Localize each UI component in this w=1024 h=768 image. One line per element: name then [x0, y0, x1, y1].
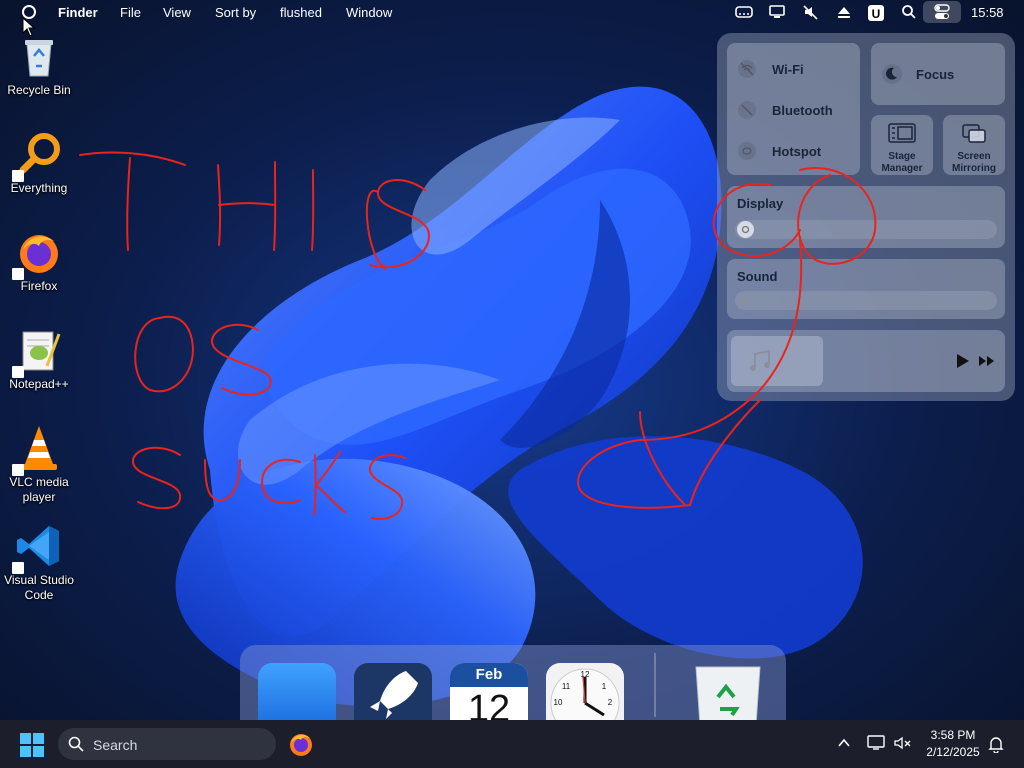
search-placeholder: Search	[93, 737, 138, 753]
svg-text:2: 2	[608, 698, 613, 707]
stage-manager-label: Stage Manager	[881, 151, 923, 174]
svg-text:1: 1	[602, 682, 607, 691]
bluetooth-label[interactable]: Bluetooth	[772, 103, 833, 118]
menu-flushed[interactable]: flushed	[280, 5, 322, 20]
u-icon[interactable]: U	[867, 4, 885, 21]
taskbar-firefox-icon[interactable]	[288, 731, 314, 762]
taskbar: Search 3:58 PM 2/12/2025	[0, 720, 1024, 768]
notification-bell-icon[interactable]	[988, 735, 1004, 758]
clock-icon[interactable]: 12 11 10 1 2	[546, 663, 624, 725]
wifi-label[interactable]: Wi-Fi	[772, 62, 804, 77]
launchpad-icon[interactable]	[354, 663, 432, 725]
desktop-icon-vscode[interactable]: Visual Studio Code	[0, 522, 78, 603]
shortcut-arrow-icon	[12, 366, 24, 378]
music-note-icon	[750, 349, 770, 371]
firefox-icon	[12, 228, 63, 280]
desktop-icon-label: Everything	[10, 181, 68, 195]
desktop-icon-vlc[interactable]: VLC media player	[0, 424, 78, 505]
svg-text:10: 10	[554, 698, 563, 707]
search-icon	[68, 736, 84, 757]
hotspot-icon[interactable]	[737, 141, 757, 166]
monitor-icon[interactable]	[768, 4, 786, 21]
menu-clock[interactable]: 15:58	[971, 5, 1004, 20]
sound-tile: Sound	[727, 259, 1005, 319]
taskbar-search-box[interactable]: Search	[58, 728, 276, 760]
display-tile: Display	[727, 186, 1005, 248]
menu-file[interactable]: File	[120, 5, 141, 20]
focus-tile[interactable]: Focus	[871, 43, 1005, 105]
svg-text:U: U	[872, 7, 881, 21]
desktop-icon-recycle-bin[interactable]: Recycle Bin	[0, 32, 78, 98]
play-icon[interactable]	[955, 352, 971, 375]
desktop-icon-firefox[interactable]: Firefox	[0, 228, 78, 294]
screen-mirroring-tile[interactable]: Screen Mirroring	[943, 115, 1005, 175]
menu-sort-by[interactable]: Sort by	[215, 5, 256, 20]
screen-mirroring-icon	[962, 124, 986, 149]
bluetooth-icon[interactable]	[737, 100, 757, 125]
now-playing-tile	[727, 330, 1005, 392]
screen-mirroring-label: Screen Mirroring	[952, 151, 996, 174]
display-slider-knob[interactable]	[737, 221, 754, 238]
desktop-icon-label: Visual Studio Code	[4, 573, 74, 602]
windows-start-icon[interactable]	[20, 733, 44, 762]
svg-text:11: 11	[562, 682, 571, 691]
sound-slider[interactable]	[735, 291, 997, 310]
speaker-icon	[739, 295, 751, 313]
vlc-icon	[12, 424, 63, 476]
taskbar-date[interactable]: 2/12/2025	[921, 745, 985, 759]
desktop-icon-label: Notepad++	[9, 377, 69, 391]
control-center-icon[interactable]	[923, 1, 961, 23]
search-icon[interactable]	[901, 4, 919, 21]
drive-icon[interactable]	[735, 4, 753, 21]
desktop-icon-everything[interactable]: Everything	[0, 130, 78, 196]
menu-bar: Finder File View Sort by flushed Window …	[0, 0, 1024, 25]
music-artwork	[731, 336, 823, 386]
control-center-panel: Wi-Fi Bluetooth Hotspot Focus Stage Mana…	[717, 33, 1015, 401]
desktop-icon-label: Recycle Bin	[7, 83, 71, 97]
display-slider[interactable]	[735, 220, 997, 239]
calendar-icon[interactable]: Feb 12	[450, 663, 528, 725]
taskbar-time[interactable]: 3:58 PM	[921, 728, 985, 742]
focus-label: Focus	[916, 67, 955, 82]
recycle-bin-icon	[15, 32, 63, 80]
connectivity-tile: Wi-Fi Bluetooth Hotspot	[727, 43, 860, 175]
display-label: Display	[737, 196, 784, 211]
everything-icon	[12, 130, 63, 182]
desktop-icon-notepadpp[interactable]: Notepad++	[0, 326, 78, 392]
mouse-cursor	[22, 17, 36, 37]
mute-icon[interactable]	[802, 4, 820, 21]
network-icon[interactable]	[867, 734, 887, 757]
shortcut-arrow-icon	[12, 268, 24, 280]
desktop-icon-label: Firefox	[20, 279, 58, 293]
stage-manager-icon	[888, 123, 916, 148]
menu-window[interactable]: Window	[346, 5, 392, 20]
wifi-icon[interactable]	[737, 59, 757, 84]
shortcut-arrow-icon	[12, 170, 24, 182]
trash-icon[interactable]	[692, 663, 764, 726]
desktop-icon-label: VLC media player	[9, 475, 69, 504]
moon-icon	[881, 63, 903, 90]
dock-divider	[654, 653, 656, 717]
hotspot-label[interactable]: Hotspot	[772, 144, 821, 159]
chevron-up-icon[interactable]	[837, 736, 851, 755]
shortcut-arrow-icon	[12, 562, 24, 574]
notepadpp-icon	[12, 326, 63, 378]
stage-manager-tile[interactable]: Stage Manager	[871, 115, 933, 175]
vscode-icon	[12, 522, 63, 574]
finder-icon[interactable]	[258, 663, 336, 725]
dock: Feb 12 12 11 10 1 2	[240, 645, 786, 726]
sound-label: Sound	[737, 269, 778, 284]
svg-text:12: 12	[581, 670, 590, 679]
shortcut-arrow-icon	[12, 464, 24, 476]
volume-muted-icon[interactable]	[893, 734, 913, 757]
eject-icon[interactable]	[835, 4, 853, 21]
fast-forward-icon[interactable]	[978, 354, 996, 373]
menu-view[interactable]: View	[163, 5, 191, 20]
calendar-month: Feb	[450, 663, 528, 687]
menu-app-name[interactable]: Finder	[58, 5, 98, 20]
